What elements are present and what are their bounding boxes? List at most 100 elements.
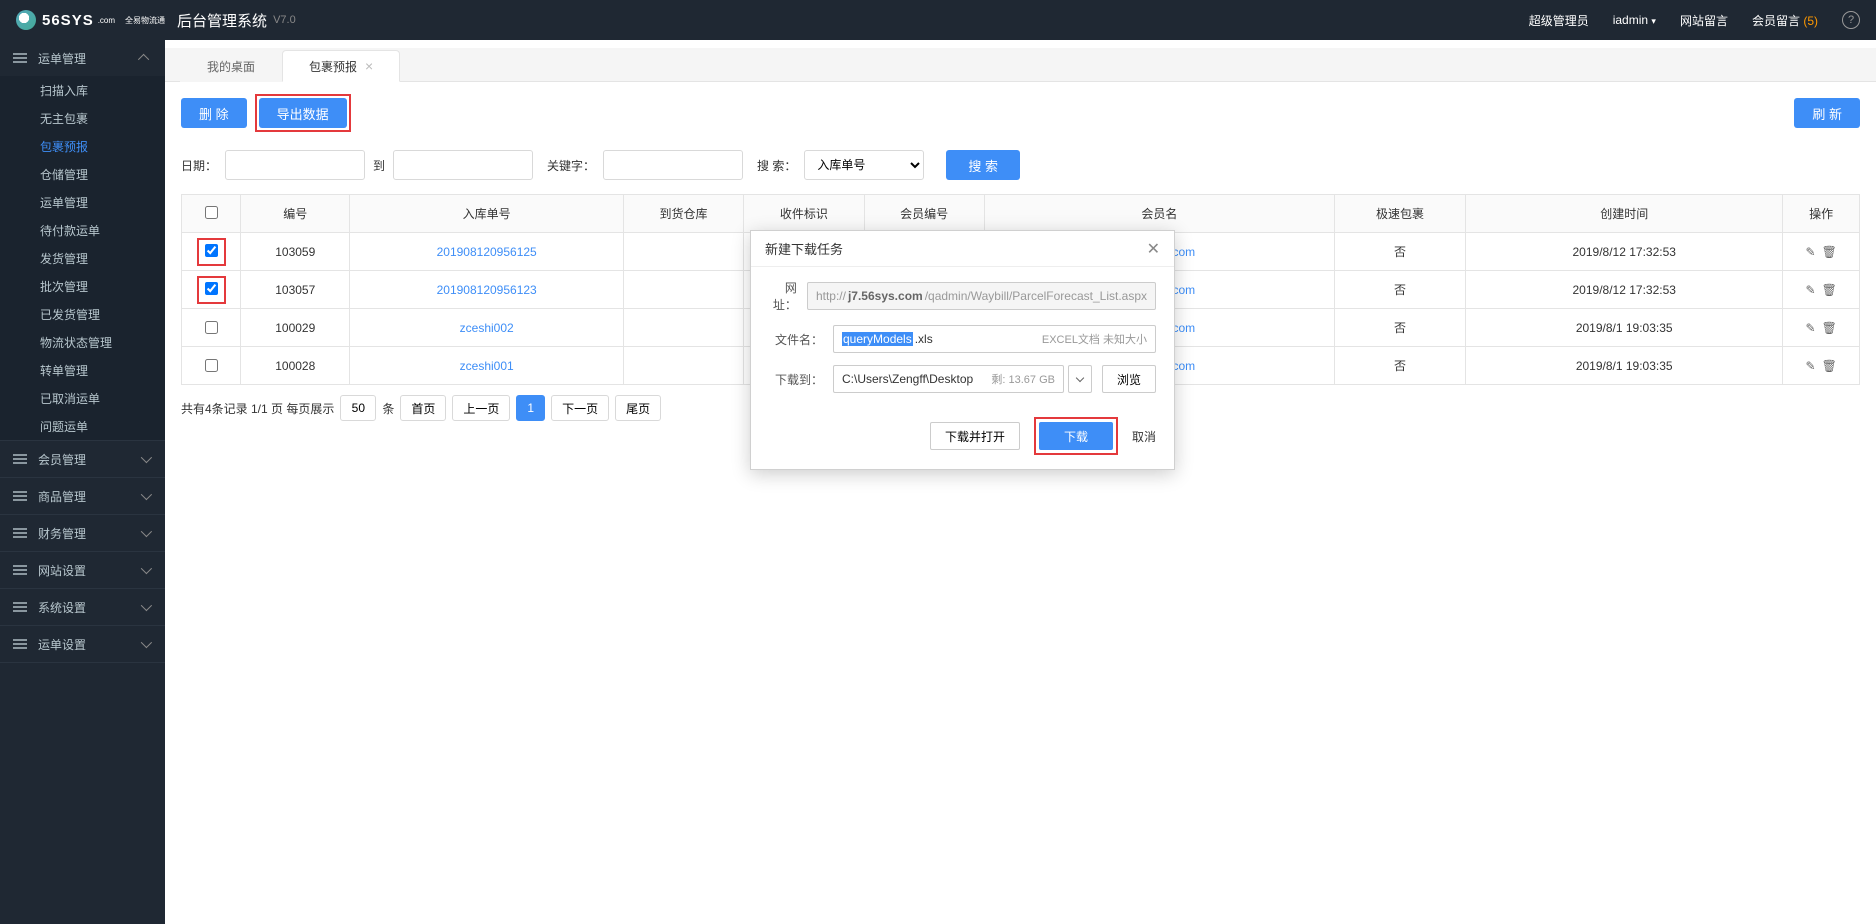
sidebar: 运单管理扫描入库无主包裹包裹预报仓储管理运单管理待付款运单发货管理批次管理已发货… bbox=[0, 40, 165, 924]
browse-button[interactable]: 浏览 bbox=[1102, 365, 1156, 393]
edit-icon[interactable]: ✎ bbox=[1806, 359, 1816, 373]
tab-0[interactable]: 我的桌面 bbox=[180, 50, 282, 82]
chevron-icon bbox=[141, 563, 152, 574]
pager-unit: 条 bbox=[382, 400, 394, 417]
user-dropdown[interactable]: iadmin ▾ bbox=[1613, 13, 1656, 27]
tabs-bar: 我的桌面包裹预报× bbox=[165, 48, 1876, 82]
pager-first[interactable]: 首页 bbox=[400, 395, 446, 421]
pagesize-input[interactable] bbox=[340, 395, 376, 421]
export-button[interactable]: 导出数据 bbox=[259, 98, 347, 128]
path-label: 下载到： bbox=[769, 371, 823, 388]
delete-button[interactable]: 删 除 bbox=[181, 98, 247, 128]
menu-3[interactable]: 财务管理 bbox=[0, 515, 165, 551]
row-checkbox[interactable] bbox=[205, 244, 218, 257]
select-all-checkbox[interactable] bbox=[205, 206, 218, 219]
menu-1[interactable]: 会员管理 bbox=[0, 441, 165, 477]
edit-icon[interactable]: ✎ bbox=[1806, 245, 1816, 259]
pager-next[interactable]: 下一页 bbox=[551, 395, 609, 421]
row-checkbox[interactable] bbox=[205, 282, 218, 295]
sidebar-item-10[interactable]: 转单管理 bbox=[0, 356, 165, 384]
order-link[interactable]: 201908120956125 bbox=[437, 245, 537, 259]
delete-icon[interactable]: 🗑 bbox=[1822, 321, 1837, 335]
cancel-link[interactable]: 取消 bbox=[1132, 428, 1156, 445]
chevron-icon bbox=[141, 637, 152, 648]
search-by-label: 搜 索： bbox=[757, 157, 796, 174]
chevron-icon bbox=[141, 526, 152, 537]
menu-5[interactable]: 系统设置 bbox=[0, 589, 165, 625]
col-created: 创建时间 bbox=[1466, 195, 1783, 233]
help-icon[interactable]: ? bbox=[1842, 11, 1860, 29]
version-label: V7.0 bbox=[273, 14, 296, 26]
dialog-close-icon[interactable]: ✕ bbox=[1147, 239, 1160, 259]
download-button[interactable]: 下载 bbox=[1039, 422, 1113, 450]
logo: 56SYS .com 全易物流通 bbox=[16, 10, 165, 30]
sidebar-item-0[interactable]: 扫描入库 bbox=[0, 76, 165, 104]
download-highlight: 下载 bbox=[1034, 417, 1118, 455]
url-label: 网址： bbox=[769, 279, 797, 313]
grid-icon bbox=[12, 564, 28, 576]
chevron-icon bbox=[141, 489, 152, 500]
delete-icon[interactable]: 🗑 bbox=[1822, 359, 1837, 373]
menu-6[interactable]: 运单设置 bbox=[0, 626, 165, 662]
logo-tagline: 全易物流通 bbox=[125, 15, 165, 26]
sidebar-item-5[interactable]: 待付款运单 bbox=[0, 216, 165, 244]
edit-icon[interactable]: ✎ bbox=[1806, 321, 1816, 335]
edit-icon[interactable]: ✎ bbox=[1806, 283, 1816, 297]
main-content: 我的桌面包裹预报× 删 除 导出数据 刷 新 日期： 到 关键字： 搜 索： 入… bbox=[165, 40, 1876, 924]
action-bar: 删 除 导出数据 刷 新 bbox=[181, 94, 1860, 132]
sidebar-item-4[interactable]: 运单管理 bbox=[0, 188, 165, 216]
user-icon bbox=[12, 490, 28, 502]
path-dropdown-icon[interactable] bbox=[1068, 365, 1092, 393]
sidebar-item-3[interactable]: 仓储管理 bbox=[0, 160, 165, 188]
menu-0[interactable]: 运单管理 bbox=[0, 40, 165, 76]
sidebar-item-8[interactable]: 已发货管理 bbox=[0, 300, 165, 328]
download-open-button[interactable]: 下载并打开 bbox=[930, 422, 1020, 450]
delete-icon[interactable]: 🗑 bbox=[1822, 283, 1837, 297]
col-order: 入库单号 bbox=[350, 195, 623, 233]
pager-last[interactable]: 尾页 bbox=[615, 395, 661, 421]
url-input[interactable]: http://j7.56sys.com/qadmin/Waybill/Parce… bbox=[807, 282, 1156, 310]
dialog-title: 新建下载任务 bbox=[765, 239, 843, 258]
filename-input[interactable]: queryModels.xls EXCEL文档 未知大小 bbox=[833, 325, 1156, 353]
role-label: 超级管理员 bbox=[1529, 12, 1589, 29]
menu-2[interactable]: 商品管理 bbox=[0, 478, 165, 514]
stack-icon bbox=[12, 638, 28, 650]
col-id: 编号 bbox=[241, 195, 350, 233]
col-warehouse: 到货仓库 bbox=[623, 195, 743, 233]
sidebar-item-6[interactable]: 发货管理 bbox=[0, 244, 165, 272]
site-msg-link[interactable]: 网站留言 bbox=[1680, 12, 1728, 29]
user-icon bbox=[12, 453, 28, 465]
filename-label: 文件名： bbox=[769, 331, 823, 348]
menu-4[interactable]: 网站设置 bbox=[0, 552, 165, 588]
sidebar-item-9[interactable]: 物流状态管理 bbox=[0, 328, 165, 356]
order-link[interactable]: 201908120956123 bbox=[437, 283, 537, 297]
sidebar-item-7[interactable]: 批次管理 bbox=[0, 272, 165, 300]
tab-1[interactable]: 包裹预报× bbox=[282, 50, 400, 82]
row-checkbox[interactable] bbox=[205, 359, 218, 372]
chevron-icon bbox=[141, 452, 152, 463]
pager-prev[interactable]: 上一页 bbox=[452, 395, 510, 421]
path-input[interactable]: C:\Users\Zengff\Desktop 剩: 13.67 GB bbox=[833, 365, 1064, 393]
sidebar-item-11[interactable]: 已取消运单 bbox=[0, 384, 165, 412]
sidebar-item-12[interactable]: 问题运单 bbox=[0, 412, 165, 440]
sidebar-item-1[interactable]: 无主包裹 bbox=[0, 104, 165, 132]
order-link[interactable]: zceshi001 bbox=[460, 359, 514, 373]
row-checkbox[interactable] bbox=[205, 321, 218, 334]
app-header: 56SYS .com 全易物流通 后台管理系统 V7.0 超级管理员 iadmi… bbox=[0, 0, 1876, 40]
pager-summary: 共有4条记录 1/1 页 每页展示 bbox=[181, 400, 334, 417]
refresh-button[interactable]: 刷 新 bbox=[1794, 98, 1860, 128]
search-by-select[interactable]: 入库单号 bbox=[804, 150, 924, 180]
order-link[interactable]: zceshi002 bbox=[460, 321, 514, 335]
date-to-input[interactable] bbox=[393, 150, 533, 180]
keyword-input[interactable] bbox=[603, 150, 743, 180]
download-dialog: 新建下载任务 ✕ 网址： http://j7.56sys.com/qadmin/… bbox=[750, 230, 1175, 470]
member-msg-link[interactable]: 会员留言 (5) bbox=[1752, 12, 1818, 29]
tab-close-icon[interactable]: × bbox=[365, 58, 373, 74]
logo-icon bbox=[16, 10, 36, 30]
delete-icon[interactable]: 🗑 bbox=[1822, 245, 1837, 259]
sidebar-item-2[interactable]: 包裹预报 bbox=[0, 132, 165, 160]
to-label: 到 bbox=[373, 157, 385, 174]
search-button[interactable]: 搜 索 bbox=[946, 150, 1020, 180]
pager-current[interactable]: 1 bbox=[516, 395, 545, 421]
date-from-input[interactable] bbox=[225, 150, 365, 180]
